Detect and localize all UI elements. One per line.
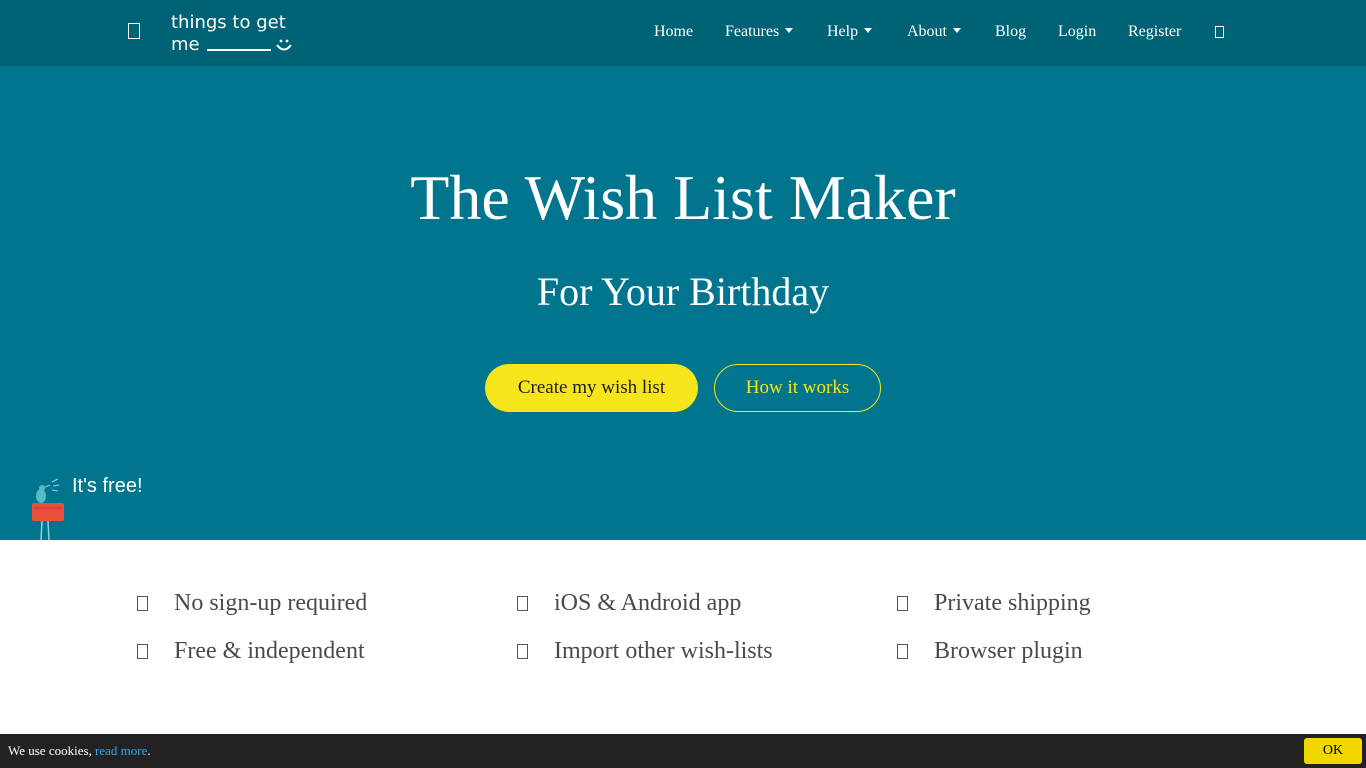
feature-item: Free & independent (174, 638, 365, 664)
nav-about-label: About (907, 23, 947, 40)
logo-line1: things to get (171, 12, 286, 33)
nav-features[interactable]: Features (725, 22, 794, 42)
cookie-suffix: . (147, 743, 151, 758)
logo-line2: me (171, 34, 200, 55)
cookie-text: We use cookies, (8, 743, 96, 758)
feature-item: Private shipping (934, 590, 1091, 616)
nav-register[interactable]: Register (1128, 22, 1181, 42)
nav-blog[interactable]: Blog (995, 22, 1026, 42)
feature-item: Browser plugin (934, 638, 1083, 664)
caret-down-icon (953, 28, 961, 33)
hero-title: The Wish List Maker (410, 162, 956, 233)
check-icon (897, 644, 908, 659)
caret-down-icon (864, 28, 873, 33)
feature-item: No sign-up required (174, 590, 368, 616)
hero-section: The Wish List Maker For Your Birthday Cr… (0, 66, 1366, 541)
feature-item: iOS & Android app (554, 590, 742, 616)
nav-help-label: Help (827, 23, 859, 40)
site-logo[interactable]: things to get me (171, 12, 301, 56)
logo-blank-line (207, 49, 271, 51)
smile-icon (276, 39, 292, 51)
check-icon (517, 596, 528, 611)
nav-login[interactable]: Login (1058, 22, 1096, 42)
menu-toggle-icon[interactable] (128, 23, 140, 39)
create-wish-list-button[interactable]: Create my wish list (485, 364, 698, 412)
cookie-banner: We use cookies, read more. OK (0, 734, 1366, 768)
check-icon (897, 596, 908, 611)
how-it-works-button[interactable]: How it works (714, 364, 881, 412)
top-navbar: things to get me Home Features Help Abou… (0, 0, 1366, 66)
bird-mascot-icon (32, 478, 64, 541)
nav-help[interactable]: Help (827, 22, 873, 42)
nav-home[interactable]: Home (654, 22, 693, 42)
caret-down-icon (785, 28, 794, 33)
check-icon (137, 596, 148, 611)
hero-subtitle: For Your Birthday (536, 269, 830, 314)
cookie-ok-button[interactable]: OK (1304, 738, 1362, 764)
cookie-read-more-link[interactable]: read more (95, 743, 147, 758)
nav-about[interactable]: About (907, 22, 961, 42)
feature-item: Import other wish-lists (554, 638, 773, 664)
features-section: No sign-up required iOS & Android app Pr… (0, 540, 1366, 734)
check-icon (137, 644, 148, 659)
language-icon[interactable] (1215, 26, 1224, 38)
cookie-message: We use cookies, read more. (8, 743, 151, 759)
nav-features-label: Features (725, 23, 780, 40)
check-icon (517, 644, 528, 659)
its-free-label: It's free! (72, 475, 143, 497)
